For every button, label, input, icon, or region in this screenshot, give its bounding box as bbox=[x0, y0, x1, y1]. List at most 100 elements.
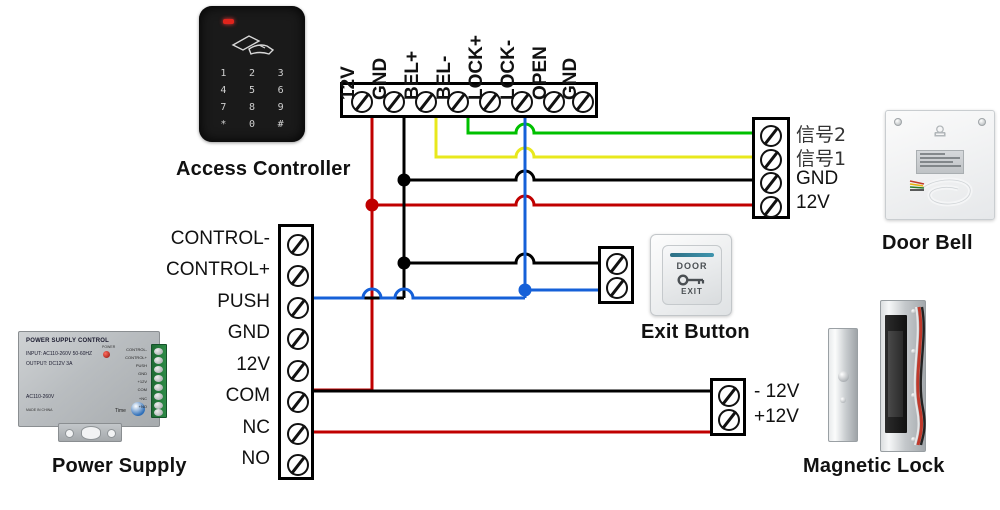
bell-label-12v: 12V bbox=[796, 192, 830, 213]
screw-psu-gnd[interactable] bbox=[287, 328, 309, 350]
key-9[interactable]: 9 bbox=[266, 99, 295, 116]
key-5[interactable]: 5 bbox=[238, 82, 267, 99]
screw-psu-com[interactable] bbox=[287, 391, 309, 413]
psu-label-push: PUSH bbox=[217, 291, 270, 312]
power-supply-terminal-block[interactable] bbox=[278, 224, 314, 480]
junction-blue-lock bbox=[518, 283, 532, 297]
psu-origin-text: MADE IN CHINA bbox=[26, 408, 53, 412]
screw-psu-push[interactable] bbox=[287, 297, 309, 319]
psu-brand-text: POWER SUPPLY CONTROL bbox=[26, 338, 110, 344]
exit-button-indicator bbox=[670, 253, 714, 257]
controller-keypad[interactable]: 1 2 3 4 5 6 7 8 9 * 0 # bbox=[209, 65, 295, 133]
terminal-label-gnd: GND bbox=[370, 57, 391, 100]
door-bell-device bbox=[885, 110, 995, 220]
magnetic-lock-device bbox=[828, 300, 948, 452]
psu-output-text: OUTPUT: DC12V 3A bbox=[26, 361, 73, 367]
psu-pin-gnd: GND bbox=[138, 371, 147, 377]
lock-label-minus-12v: - 12V bbox=[754, 381, 800, 402]
key-2[interactable]: 2 bbox=[238, 65, 267, 82]
magnetic-lock-armature-plate bbox=[828, 328, 858, 442]
psu-pin-control-plus: CONTROL+ bbox=[125, 355, 147, 361]
key-1[interactable]: 1 bbox=[209, 65, 238, 82]
key-4[interactable]: 4 bbox=[209, 82, 238, 99]
screw-lock-plus-12v[interactable] bbox=[718, 409, 740, 431]
key-6[interactable]: 6 bbox=[266, 82, 295, 99]
door-bell-terminal-block[interactable] bbox=[752, 117, 790, 219]
exit-button-text-bottom: EXIT bbox=[681, 287, 703, 296]
psu-pin-no: +NO bbox=[138, 403, 147, 409]
terminal-label-bel-minus: BEL- bbox=[434, 55, 455, 100]
power-supply-device: POWER SUPPLY CONTROL INPUT: AC110-260V 5… bbox=[18, 331, 174, 445]
psu-pin-com: COM bbox=[137, 387, 147, 393]
bell-label-signal1: 信号1 bbox=[796, 148, 847, 170]
terminal-label-open: OPEN bbox=[530, 46, 551, 100]
wiring-diagram: 1 2 3 4 5 6 7 8 9 * 0 # Access Controlle… bbox=[0, 0, 1000, 510]
key-hash[interactable]: # bbox=[266, 116, 295, 133]
keyhole-slot-icon bbox=[934, 125, 946, 137]
psu-pin-push: PUSH bbox=[135, 363, 147, 369]
psu-mounting-bracket bbox=[58, 423, 122, 442]
junction-black-gnd-upper bbox=[397, 173, 411, 187]
screw-exit-1[interactable] bbox=[606, 253, 628, 275]
psu-input-text: INPUT: AC110-260V 50-60HZ bbox=[26, 351, 93, 357]
psu-pin-control-minus: CONTROL- bbox=[126, 347, 147, 352]
psu-pin-nc: +NC bbox=[138, 395, 147, 401]
screw-psu-12v[interactable] bbox=[287, 360, 309, 382]
screw-bell-12v[interactable] bbox=[760, 196, 782, 218]
bell-label-gnd: GND bbox=[796, 168, 839, 189]
junction-black-gnd-lower bbox=[397, 256, 411, 270]
key-8[interactable]: 8 bbox=[238, 99, 267, 116]
screw-psu-control-plus[interactable] bbox=[287, 265, 309, 287]
screw-bell-signal2[interactable] bbox=[760, 125, 782, 147]
exit-button-terminal-block[interactable] bbox=[598, 246, 634, 304]
wire-black-to-exit-button bbox=[404, 252, 598, 265]
screw-bell-signal1[interactable] bbox=[760, 149, 782, 171]
screw-psu-control-minus[interactable] bbox=[287, 234, 309, 256]
key-7[interactable]: 7 bbox=[209, 99, 238, 116]
card-swipe-icon bbox=[231, 35, 275, 55]
psu-voltage-text: AC110-260V bbox=[26, 394, 55, 400]
power-supply-label: Power Supply bbox=[52, 455, 187, 477]
bell-screw-left-icon bbox=[894, 118, 902, 126]
junction-red-12v bbox=[365, 198, 379, 212]
psu-power-led-icon bbox=[103, 351, 110, 358]
bell-screw-right-icon bbox=[978, 118, 986, 126]
psu-green-connector[interactable] bbox=[151, 344, 167, 418]
terminal-label-lock-minus: LOCK- bbox=[498, 39, 519, 100]
wire-blue-push bbox=[310, 287, 525, 300]
psu-label-control-minus: CONTROL- bbox=[170, 228, 270, 249]
bell-label-signal2: 信号2 bbox=[796, 124, 847, 146]
screw-bell-gnd[interactable] bbox=[760, 172, 782, 194]
exit-button-label: Exit Button bbox=[641, 321, 750, 343]
wire-green-bel-minus bbox=[466, 118, 752, 135]
screw-exit-2[interactable] bbox=[606, 277, 628, 299]
terminal-label-gnd2: GND bbox=[560, 57, 581, 100]
magnetic-lock-body bbox=[880, 300, 926, 452]
terminal-label-12v: 12V bbox=[338, 66, 359, 100]
psu-pin-labels: CONTROL- CONTROL+ PUSH GND +12V COM +NC … bbox=[119, 346, 147, 411]
key-0[interactable]: 0 bbox=[238, 116, 267, 133]
wire-red-12v-to-psu bbox=[310, 296, 374, 392]
terminal-label-bel-plus: BEL+ bbox=[402, 50, 423, 100]
screw-psu-nc[interactable] bbox=[287, 423, 309, 445]
magnetic-lock-terminal-block[interactable] bbox=[710, 378, 746, 436]
lock-label-plus-12v: +12V bbox=[754, 406, 799, 427]
psu-power-led-label: POWER bbox=[102, 345, 116, 349]
bell-cable bbox=[909, 177, 973, 207]
wire-yellow-bel-plus bbox=[434, 118, 752, 159]
exit-button-text-top: DOOR bbox=[676, 261, 708, 271]
exit-button-face[interactable]: DOOR EXIT bbox=[662, 245, 722, 305]
screw-psu-no[interactable] bbox=[287, 454, 309, 476]
wire-red-to-bell-12v bbox=[372, 194, 752, 207]
screw-lock-minus-12v[interactable] bbox=[718, 385, 740, 407]
exit-button-device[interactable]: DOOR EXIT bbox=[650, 234, 732, 316]
key-3[interactable]: 3 bbox=[266, 65, 295, 82]
key-star[interactable]: * bbox=[209, 116, 238, 133]
controller-led-icon bbox=[223, 19, 234, 24]
wire-black-to-bell-gnd bbox=[404, 169, 752, 182]
door-bell-label: Door Bell bbox=[882, 232, 973, 254]
magnet-face bbox=[885, 315, 907, 433]
access-controller-label: Access Controller bbox=[176, 158, 351, 180]
magnetic-lock-wires bbox=[913, 306, 926, 446]
access-controller-device[interactable]: 1 2 3 4 5 6 7 8 9 * 0 # bbox=[199, 6, 305, 142]
